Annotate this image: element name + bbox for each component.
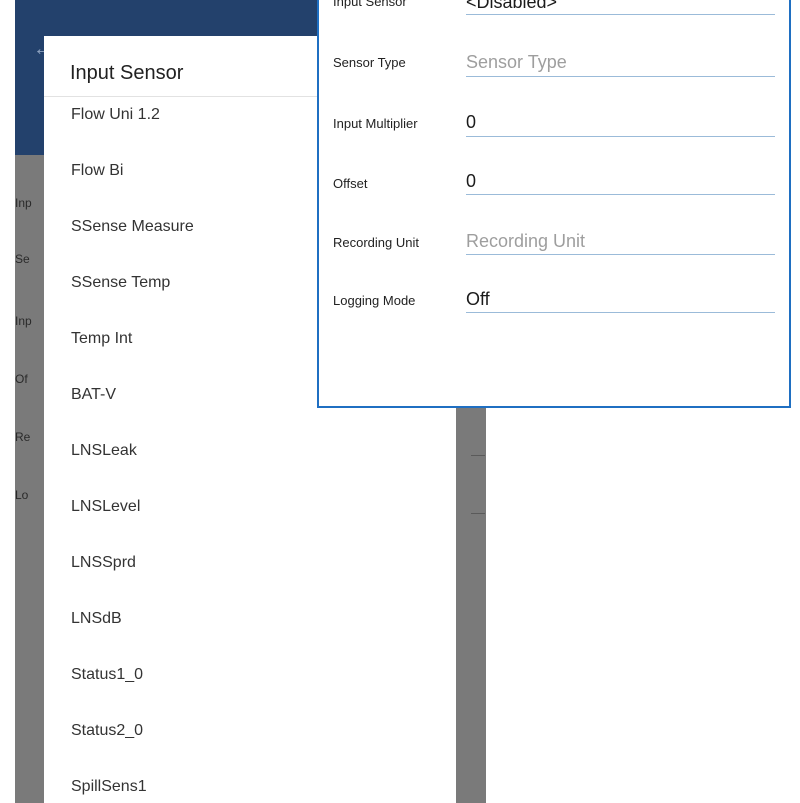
sensor-option[interactable]: SpillSens1: [44, 769, 456, 803]
input-sensor-row: Input Sensor <Disabled>: [319, 0, 789, 36]
dialog-title: Input Sensor: [70, 62, 184, 84]
logging-mode-field[interactable]: Off: [466, 289, 490, 310]
field-underline: [466, 194, 775, 195]
field-label: Input Multiplier: [333, 116, 418, 131]
bg-field-label: Inp: [15, 314, 32, 328]
sensor-option[interactable]: LNSSprd: [44, 545, 456, 601]
field-label: Logging Mode: [333, 293, 416, 308]
field-underline: [466, 136, 775, 137]
field-label: Offset: [333, 176, 368, 191]
bg-field-label: Lo: [15, 488, 29, 502]
field-underline: [466, 14, 775, 15]
recording-unit-field[interactable]: Recording Unit: [466, 231, 585, 252]
input-sensor-field[interactable]: <Disabled>: [466, 0, 557, 13]
bg-underline: [471, 513, 485, 514]
field-underline: [466, 312, 775, 313]
sensor-option[interactable]: Status2_0: [44, 713, 456, 769]
sensor-option[interactable]: LNSdB: [44, 601, 456, 657]
bg-field-label: Se: [15, 252, 30, 266]
sensor-option[interactable]: LNSLeak: [44, 433, 456, 489]
field-label: Sensor Type: [333, 55, 406, 70]
field-underline: [466, 76, 775, 77]
input-multiplier-field[interactable]: 0: [466, 112, 476, 133]
sensor-option[interactable]: Status1_0: [44, 657, 456, 713]
bg-field-label: Of: [15, 372, 28, 386]
field-underline: [466, 254, 775, 255]
sensor-type-field[interactable]: Sensor Type: [466, 52, 567, 73]
field-label: Input Sensor: [333, 0, 407, 9]
bg-field-label: Inp: [15, 196, 32, 210]
sensor-option[interactable]: LNSLevel: [44, 489, 456, 545]
bg-underline: [471, 455, 485, 456]
field-label: Recording Unit: [333, 235, 419, 250]
sensor-settings-panel: Input Sensor <Disabled> Sensor Type Sens…: [317, 0, 791, 408]
bg-field-label: Re: [15, 430, 31, 444]
offset-field[interactable]: 0: [466, 171, 476, 192]
